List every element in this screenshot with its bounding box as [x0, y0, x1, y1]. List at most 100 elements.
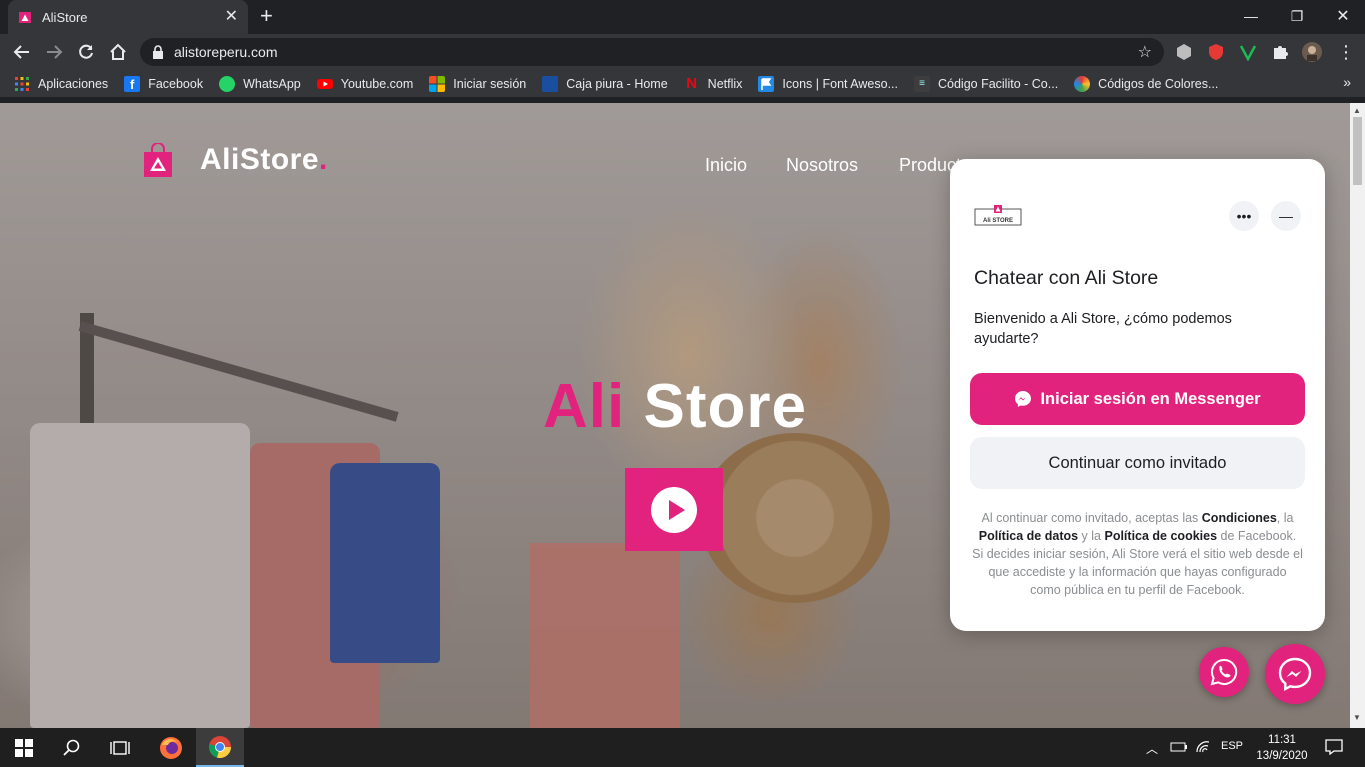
bookmark-star-icon[interactable]: ☆	[1138, 42, 1152, 62]
extension-shield-icon[interactable]	[1207, 43, 1225, 61]
messenger-login-button[interactable]: Iniciar sesión en Messenger	[970, 373, 1305, 425]
bookmark-label: Aplicaciones	[38, 76, 109, 91]
tab-title: AliStore	[42, 9, 88, 25]
extensions-puzzle-icon[interactable]	[1271, 43, 1289, 61]
bookmark-label: Código Facilito - Co...	[937, 76, 1059, 91]
play-video-button[interactable]	[625, 468, 723, 551]
search-icon	[63, 739, 80, 756]
bookmark-facebook[interactable]: f Facebook	[124, 75, 204, 92]
cookies-policy-link[interactable]: Política de cookies	[1104, 529, 1217, 543]
site-logo[interactable]: AliStore.	[142, 143, 327, 177]
messenger-chat-widget: Ali STORE ••• — Chatear con Ali Store Bi…	[950, 159, 1325, 631]
windows-taskbar: ︿ ESP 11:31 13/9/2020	[0, 728, 1365, 767]
new-tab-button[interactable]: +	[260, 5, 273, 27]
bookmarks-bar: Aplicaciones f Facebook WhatsApp Youtube…	[0, 70, 1365, 98]
bookmark-label: WhatsApp	[243, 76, 301, 91]
bookmark-whatsapp[interactable]: WhatsApp	[219, 75, 301, 92]
netflix-icon: N	[686, 74, 698, 92]
bookmark-caja-piura[interactable]: Caja piura - Home	[542, 75, 668, 92]
bookmark-label: Facebook	[148, 76, 204, 91]
tab-close-icon[interactable]: ✕	[225, 9, 238, 25]
notifications-icon[interactable]	[1325, 739, 1343, 755]
bookmark-iniciar-sesion[interactable]: Iniciar sesión	[429, 75, 526, 92]
site-favicon-icon	[19, 12, 31, 23]
scroll-down-arrow-icon[interactable]: ▼	[1353, 713, 1361, 722]
chat-more-options-button[interactable]: •••	[1229, 201, 1259, 231]
continue-as-guest-button[interactable]: Continuar como invitado	[970, 437, 1305, 489]
page-scrollbar[interactable]: ▲ ▼	[1350, 103, 1365, 728]
extension-cube-icon[interactable]	[1175, 43, 1193, 61]
clock-time: 11:31	[1268, 734, 1296, 746]
chat-title: Chatear con Ali Store	[974, 267, 1159, 289]
data-policy-link[interactable]: Política de datos	[979, 529, 1078, 543]
bookmark-label: Youtube.com	[340, 76, 414, 91]
whatsapp-icon	[219, 75, 236, 92]
arrow-left-icon	[13, 45, 29, 59]
back-button[interactable]	[10, 40, 34, 64]
messenger-icon	[1015, 391, 1032, 407]
nav-inicio[interactable]: Inicio	[705, 155, 747, 176]
minimize-window-button[interactable]: —	[1228, 0, 1274, 32]
wifi-icon[interactable]	[1195, 740, 1211, 754]
taskbar-chrome[interactable]	[196, 728, 244, 767]
firefox-icon	[160, 736, 182, 759]
chrome-icon	[209, 735, 232, 758]
extension-v-icon[interactable]	[1239, 43, 1257, 61]
browser-toolbar: alistoreperu.com ☆ ⋮	[0, 34, 1365, 70]
browser-tab[interactable]: AliStore ✕	[8, 0, 248, 34]
reload-button[interactable]	[74, 40, 98, 64]
taskbar-search-button[interactable]	[48, 728, 96, 767]
forward-button[interactable]	[42, 40, 66, 64]
chat-legal-text: Al continuar como invitado, aceptas las …	[972, 511, 1303, 597]
chat-welcome-message: Bienvenido a Ali Store, ¿cómo podemos ay…	[974, 311, 1232, 347]
browser-tab-strip: AliStore ✕ + — ❐ ✕	[0, 0, 1365, 34]
start-button[interactable]	[0, 728, 48, 767]
bookmark-label: Icons | Font Aweso...	[782, 76, 898, 91]
bookmark-label: Códigos de Colores...	[1098, 76, 1219, 91]
taskbar-firefox[interactable]	[147, 728, 195, 767]
microsoft-icon	[429, 75, 446, 92]
bookmark-font-awesome[interactable]: Icons | Font Aweso...	[758, 75, 898, 92]
color-wheel-icon	[1074, 75, 1091, 92]
scroll-up-arrow-icon[interactable]: ▲	[1353, 106, 1361, 115]
restore-window-button[interactable]: ❐	[1274, 0, 1320, 32]
messenger-floating-button[interactable]	[1265, 644, 1325, 704]
task-view-button[interactable]	[96, 728, 144, 767]
nav-nosotros[interactable]: Nosotros	[786, 155, 858, 176]
bookmark-label: Caja piura - Home	[566, 76, 668, 91]
address-bar[interactable]: alistoreperu.com ☆	[140, 38, 1164, 66]
whatsapp-icon	[1210, 658, 1238, 686]
brand-dot: .	[319, 143, 328, 176]
flag-icon	[758, 75, 775, 92]
home-icon	[110, 43, 126, 60]
scrollbar-thumb[interactable]	[1353, 117, 1362, 185]
close-window-button[interactable]: ✕	[1320, 0, 1365, 32]
browser-menu-icon[interactable]: ⋮	[1334, 40, 1358, 64]
youtube-icon	[316, 78, 333, 89]
codigo-facilito-icon: ≡	[913, 75, 930, 92]
apps-grid-icon	[15, 76, 29, 91]
system-clock[interactable]: 11:31 13/9/2020	[1252, 732, 1312, 764]
messenger-icon	[1278, 657, 1312, 692]
conditions-link[interactable]: Condiciones	[1202, 511, 1277, 525]
brand-name: AliStore	[200, 143, 320, 176]
svg-text:Ali STORE: Ali STORE	[983, 218, 1013, 224]
bookmark-codigos-colores[interactable]: Códigos de Colores...	[1074, 75, 1219, 92]
windows-logo-icon	[15, 738, 33, 757]
reload-icon	[79, 44, 93, 59]
whatsapp-floating-button[interactable]	[1199, 647, 1249, 697]
profile-avatar[interactable]	[1302, 42, 1322, 62]
play-icon	[651, 486, 697, 533]
bookmark-codigo-facilito[interactable]: ≡ Código Facilito - Co...	[913, 75, 1059, 92]
bookmark-youtube[interactable]: Youtube.com	[316, 76, 414, 92]
home-button[interactable]	[106, 40, 130, 64]
battery-icon[interactable]	[1170, 740, 1188, 754]
input-language-indicator[interactable]: ESP	[1221, 740, 1243, 752]
chat-minimize-button[interactable]: —	[1271, 201, 1301, 231]
ali-store-logo: Ali STORE	[974, 205, 1022, 226]
bookmark-netflix[interactable]: N Netflix	[684, 74, 742, 92]
tray-overflow-icon[interactable]: ︿	[1146, 740, 1158, 757]
bookmark-aplicaciones[interactable]: Aplicaciones	[14, 76, 108, 92]
bookmarks-overflow-button[interactable]: »	[1343, 74, 1351, 90]
url-text: alistoreperu.com	[174, 44, 278, 60]
